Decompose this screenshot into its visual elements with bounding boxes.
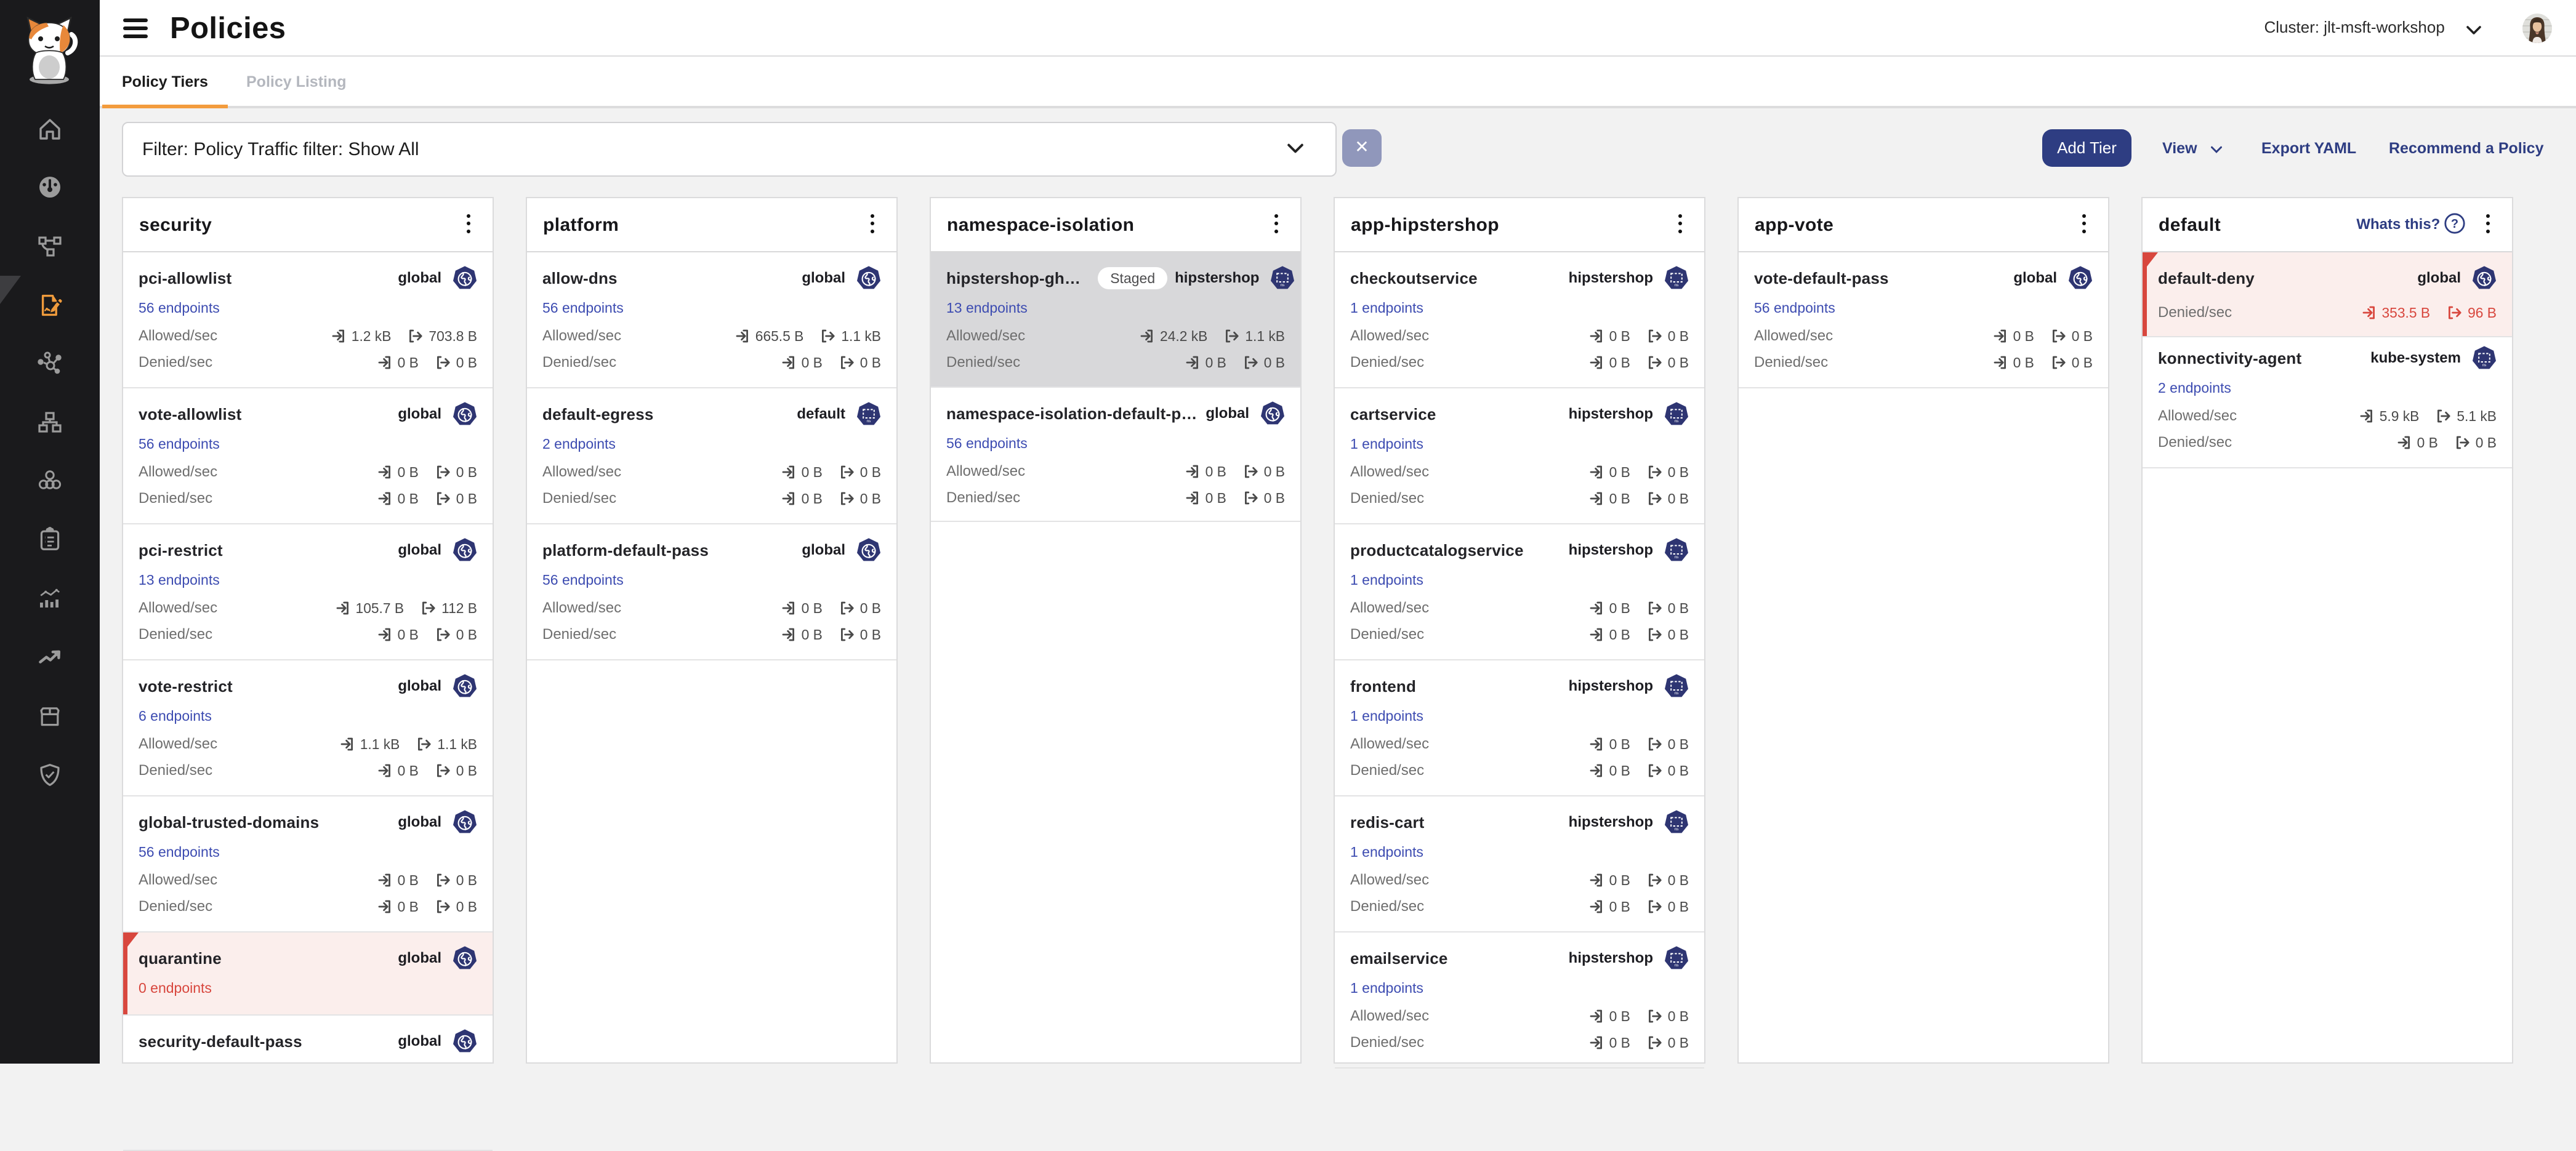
svg-text:?: ? [2451, 217, 2458, 231]
